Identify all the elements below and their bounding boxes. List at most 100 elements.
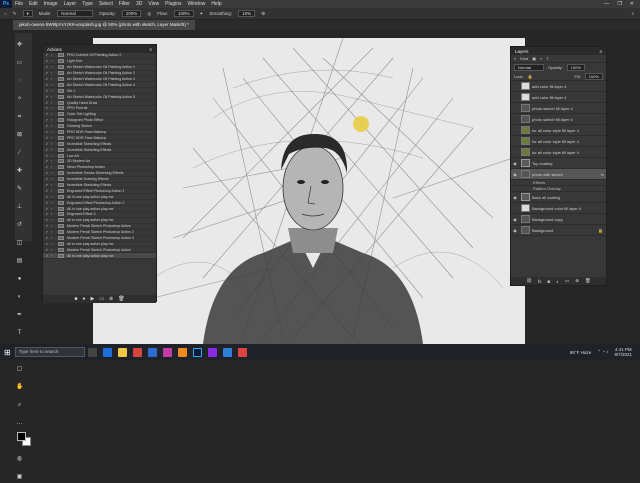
clock[interactable]: 4:41 PM 9/7/2021 (614, 347, 632, 357)
photoshop-taskbar-icon[interactable] (192, 347, 202, 357)
clone-stamp-icon[interactable]: ⊥ (16, 204, 23, 211)
layer-row-selected[interactable]: ◉ photo with sketch fx (511, 169, 606, 180)
check-icon[interactable]: ✓ (43, 118, 51, 122)
layer-group-row[interactable]: ◉ Back all coating (511, 192, 606, 203)
layer-row[interactable]: photo sketch fill layer 4 (511, 114, 606, 125)
brush-tool-icon[interactable]: ✎ (16, 186, 23, 193)
check-icon[interactable]: ✓ (43, 171, 51, 175)
flow-field[interactable]: 100% (174, 10, 194, 17)
menu-window[interactable]: Window (185, 1, 209, 7)
menu-layer[interactable]: Layer (61, 1, 80, 7)
check-icon[interactable]: ✓ (43, 207, 51, 211)
quick-select-icon[interactable]: ✧ (16, 96, 23, 103)
play-icon[interactable]: ▶ (90, 296, 94, 302)
check-icon[interactable]: ✓ (43, 142, 51, 146)
link-icon[interactable]: ⛓ (526, 278, 532, 284)
windows-start-icon[interactable]: ⊞ (4, 348, 11, 357)
check-icon[interactable]: ✓ (43, 71, 51, 75)
more-tools-icon[interactable]: … (16, 420, 23, 427)
chevron-right-icon[interactable]: › (51, 136, 56, 140)
minimize-button[interactable]: — (604, 1, 609, 7)
illustrator-icon[interactable] (177, 347, 187, 357)
fx-icon[interactable]: fx (601, 172, 606, 177)
history-brush-icon[interactable]: ↺ (16, 222, 23, 229)
check-icon[interactable]: ✓ (43, 254, 51, 258)
chevron-right-icon[interactable]: › (51, 254, 56, 258)
chevron-right-icon[interactable]: › (51, 101, 56, 105)
type-filter-icon[interactable]: T (546, 56, 548, 61)
kind-filter-select[interactable]: Kind (520, 56, 528, 61)
pen-tool-icon[interactable]: ✒ (16, 312, 23, 319)
move-tool-icon[interactable]: ✥ (16, 42, 23, 49)
filter-search-icon[interactable]: ⌕ (514, 56, 516, 61)
chevron-right-icon[interactable]: › (51, 59, 56, 63)
eraser-icon[interactable]: ◫ (16, 240, 23, 247)
chevron-right-icon[interactable]: › (51, 248, 56, 252)
check-icon[interactable]: ✓ (43, 112, 51, 116)
panel-menu-icon[interactable]: ≡ (149, 47, 156, 52)
document-tab[interactable]: jakob-owens-bW9lpYxYzK9-unsplash.jpg @ 5… (13, 20, 195, 30)
chevron-right-icon[interactable]: › (51, 148, 56, 152)
chevron-right-icon[interactable]: › (51, 177, 56, 181)
check-icon[interactable]: ✓ (43, 65, 51, 69)
check-icon[interactable]: ✓ (43, 236, 51, 240)
hand-tool-icon[interactable]: ✋ (16, 384, 23, 391)
chevron-right-icon[interactable]: › (51, 218, 56, 222)
color-swatches[interactable] (15, 431, 32, 447)
close-button[interactable]: ✕ (630, 1, 634, 7)
menu-type[interactable]: Type (79, 1, 96, 7)
chevron-right-icon[interactable]: › (51, 77, 56, 81)
check-icon[interactable]: ✓ (43, 201, 51, 205)
actions-list[interactable]: ✓ › PRO Colorful Oil Painting Action 2 ✓ › L… (43, 53, 156, 295)
smoothing-field[interactable]: 10% (238, 10, 256, 17)
chevron-right-icon[interactable]: › (51, 207, 56, 211)
action-row-selected[interactable]: ✓ › All in one play action play me (43, 253, 156, 260)
chevron-right-icon[interactable]: › (51, 201, 56, 205)
premiere-icon[interactable] (162, 347, 172, 357)
chevron-right-icon[interactable]: › (51, 224, 56, 228)
marquee-tool-icon[interactable]: ▭ (16, 60, 23, 67)
chevron-right-icon[interactable]: › (51, 106, 56, 110)
chevron-right-icon[interactable]: › (51, 183, 56, 187)
gradient-tool-icon[interactable]: ▤ (16, 258, 23, 265)
chevron-right-icon[interactable]: › (51, 142, 56, 146)
shape-tool-icon[interactable]: ▢ (16, 366, 23, 373)
new-layer-icon[interactable]: ⊕ (575, 278, 579, 284)
check-icon[interactable]: ✓ (43, 101, 51, 105)
layer-row[interactable]: ◉ Background copy (511, 214, 606, 225)
chevron-right-icon[interactable]: › (51, 189, 56, 193)
healing-brush-icon[interactable]: ✚ (16, 168, 23, 175)
task-view-icon[interactable] (87, 347, 97, 357)
menu-help[interactable]: Help (208, 1, 224, 7)
chevron-right-icon[interactable]: › (51, 71, 56, 75)
search-icon[interactable]: ⌕ (631, 11, 640, 16)
check-icon[interactable]: ✓ (43, 59, 51, 63)
check-icon[interactable]: ✓ (43, 212, 51, 216)
chevron-right-icon[interactable]: › (51, 230, 56, 234)
blend-mode-select[interactable]: Normal (514, 64, 544, 71)
quick-mask-icon[interactable]: ◍ (16, 456, 23, 463)
crop-tool-icon[interactable]: ⌗ (16, 114, 23, 121)
check-icon[interactable]: ✓ (43, 136, 51, 140)
check-icon[interactable]: ✓ (43, 77, 51, 81)
brush-tool-icon[interactable]: ✎ (13, 11, 17, 17)
chevron-right-icon[interactable]: › (51, 112, 56, 116)
check-icon[interactable]: ✓ (43, 177, 51, 181)
eyedropper-icon[interactable]: ⁄ (16, 150, 23, 157)
taskbar-search-input[interactable]: Type here to search (14, 347, 85, 357)
smoothing-settings-icon[interactable]: ⚙ (261, 11, 265, 17)
chevron-right-icon[interactable]: › (51, 89, 56, 93)
check-icon[interactable]: ✓ (43, 106, 51, 110)
mode-select[interactable]: Normal (57, 10, 94, 17)
menu-image[interactable]: Image (41, 1, 61, 7)
layer-row[interactable]: ◉ Background 🔒 (511, 225, 606, 236)
chevron-right-icon[interactable]: › (51, 171, 56, 175)
eye-icon[interactable]: ◉ (511, 172, 519, 177)
check-icon[interactable]: ✓ (43, 242, 51, 246)
foreground-color-swatch[interactable] (17, 432, 26, 441)
maximize-button[interactable]: ❐ (617, 1, 621, 7)
check-icon[interactable]: ✓ (43, 165, 51, 169)
check-icon[interactable]: ✓ (43, 195, 51, 199)
system-tray-icons[interactable]: ⌃ ◔ ♪ (597, 349, 608, 355)
check-icon[interactable]: ✓ (43, 53, 51, 57)
